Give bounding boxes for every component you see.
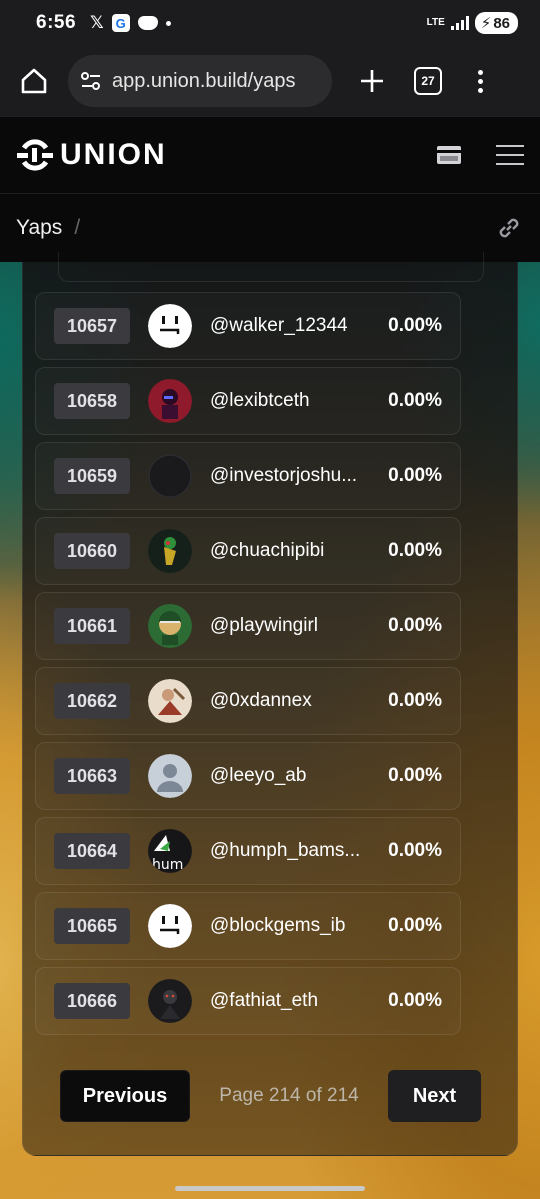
leaderboard-row[interactable]: 10661 @playwingirl 0.00% <box>35 592 461 660</box>
user-avatar <box>148 904 192 948</box>
browser-menu-button[interactable] <box>470 61 490 101</box>
user-handle[interactable]: @investorjoshu... <box>210 465 368 487</box>
more-notifications-icon <box>165 20 171 26</box>
google-app-icon: G <box>111 14 130 32</box>
union-logo[interactable]: UNION <box>16 136 167 174</box>
user-avatar: hum <box>148 829 192 873</box>
gesture-bar[interactable] <box>175 1186 365 1191</box>
discord-icon <box>137 16 158 30</box>
leaderboard-row[interactable]: 10666 @fathiat_eth 0.00% <box>35 967 461 1035</box>
rank-badge: 10663 <box>54 758 130 794</box>
home-button[interactable] <box>14 61 54 101</box>
mindshare-percent: 0.00% <box>388 390 442 411</box>
notification-icons: 𝕏 G <box>90 13 171 33</box>
status-bar: 6:56 𝕏 G LTE ⚡ 86 <box>0 0 540 46</box>
mindshare-percent: 0.00% <box>388 540 442 561</box>
wallet-icon[interactable] <box>436 144 462 166</box>
mindshare-percent: 0.00% <box>388 615 442 636</box>
browser-toolbar: app.union.build/yaps 27 <box>0 46 540 116</box>
leaderboard-row[interactable]: 10660 @chuachipibi 0.00% <box>35 517 461 585</box>
rank-badge: 10660 <box>54 533 130 569</box>
copy-link-button[interactable] <box>494 213 524 243</box>
address-bar[interactable]: app.union.build/yaps <box>68 55 332 107</box>
mindshare-percent: 0.00% <box>388 690 442 711</box>
new-tab-button[interactable] <box>352 61 392 101</box>
breadcrumb-separator: / <box>74 216 81 239</box>
user-avatar <box>148 529 192 573</box>
hamburger-menu-button[interactable] <box>496 145 524 165</box>
leaderboard-row[interactable]: 10665 @blockgems_ib 0.00% <box>35 892 461 960</box>
rank-badge: 10666 <box>54 983 130 1019</box>
rank-badge: 10662 <box>54 683 130 719</box>
user-avatar <box>148 754 192 798</box>
user-handle[interactable]: @humph_bams... <box>210 840 368 862</box>
link-icon <box>499 218 519 238</box>
partial-row-top <box>58 252 484 282</box>
leaderboard-row[interactable]: 10659 @investorjoshu... 0.00% <box>35 442 461 510</box>
leaderboard-row[interactable]: 10663 @leeyo_ab 0.00% <box>35 742 461 810</box>
home-icon <box>21 68 47 94</box>
leaderboard-row[interactable]: 10664 hum @humph_bams... 0.00% <box>35 817 461 885</box>
rank-badge: 10661 <box>54 608 130 644</box>
tab-switcher-button[interactable]: 27 <box>414 67 442 95</box>
user-handle[interactable]: @chuachipibi <box>210 540 368 562</box>
next-button[interactable]: Next <box>388 1070 481 1122</box>
battery-level: 86 <box>493 14 510 32</box>
user-avatar <box>148 304 192 348</box>
mindshare-percent: 0.00% <box>388 840 442 861</box>
user-avatar <box>148 604 192 648</box>
user-handle[interactable]: @walker_12344 <box>210 315 368 337</box>
page-indicator: Page 214 of 214 <box>219 1085 359 1106</box>
charging-icon: ⚡ <box>480 15 492 32</box>
site-header: UNION <box>0 116 540 194</box>
rank-badge: 10657 <box>54 308 130 344</box>
network-type: LTE <box>426 17 445 28</box>
x-app-icon: 𝕏 <box>90 13 104 32</box>
mindshare-percent: 0.00% <box>388 315 442 336</box>
user-handle[interactable]: @blockgems_ib <box>210 915 368 937</box>
user-handle[interactable]: @fathiat_eth <box>210 990 368 1012</box>
previous-button[interactable]: Previous <box>60 1070 190 1122</box>
leaderboard-row[interactable]: 10657 @walker_12344 0.00% <box>35 292 461 360</box>
battery-indicator: ⚡ 86 <box>474 12 518 34</box>
user-avatar <box>148 379 192 423</box>
user-avatar <box>148 454 192 498</box>
rank-badge: 10665 <box>54 908 130 944</box>
leaderboard-row[interactable]: 10662 @0xdannex 0.00% <box>35 667 461 735</box>
rank-badge: 10664 <box>54 833 130 869</box>
rank-badge: 10659 <box>54 458 130 494</box>
status-time: 6:56 <box>36 12 77 33</box>
breadcrumb-yaps[interactable]: Yaps <box>16 216 62 240</box>
pagination: Previous Page 214 of 214 Next <box>60 1070 481 1122</box>
user-avatar <box>148 979 192 1023</box>
user-handle[interactable]: @leeyo_ab <box>210 765 368 787</box>
url-text: app.union.build/yaps <box>112 69 296 92</box>
mindshare-percent: 0.00% <box>388 465 442 486</box>
mindshare-percent: 0.00% <box>388 990 442 1011</box>
leaderboard-row[interactable]: 10658 @lexibtceth 0.00% <box>35 367 461 435</box>
logo-text: UNION <box>60 138 167 171</box>
site-settings-icon[interactable] <box>80 71 102 91</box>
user-handle[interactable]: @0xdannex <box>210 690 368 712</box>
user-avatar <box>148 679 192 723</box>
plus-icon <box>361 70 383 92</box>
rank-badge: 10658 <box>54 383 130 419</box>
mindshare-percent: 0.00% <box>388 915 442 936</box>
mindshare-percent: 0.00% <box>388 765 442 786</box>
user-handle[interactable]: @lexibtceth <box>210 390 368 412</box>
user-handle[interactable]: @playwingirl <box>210 615 368 637</box>
union-logo-icon <box>17 139 53 171</box>
signal-icon <box>450 16 469 30</box>
svg-text:hum: hum <box>152 857 183 873</box>
